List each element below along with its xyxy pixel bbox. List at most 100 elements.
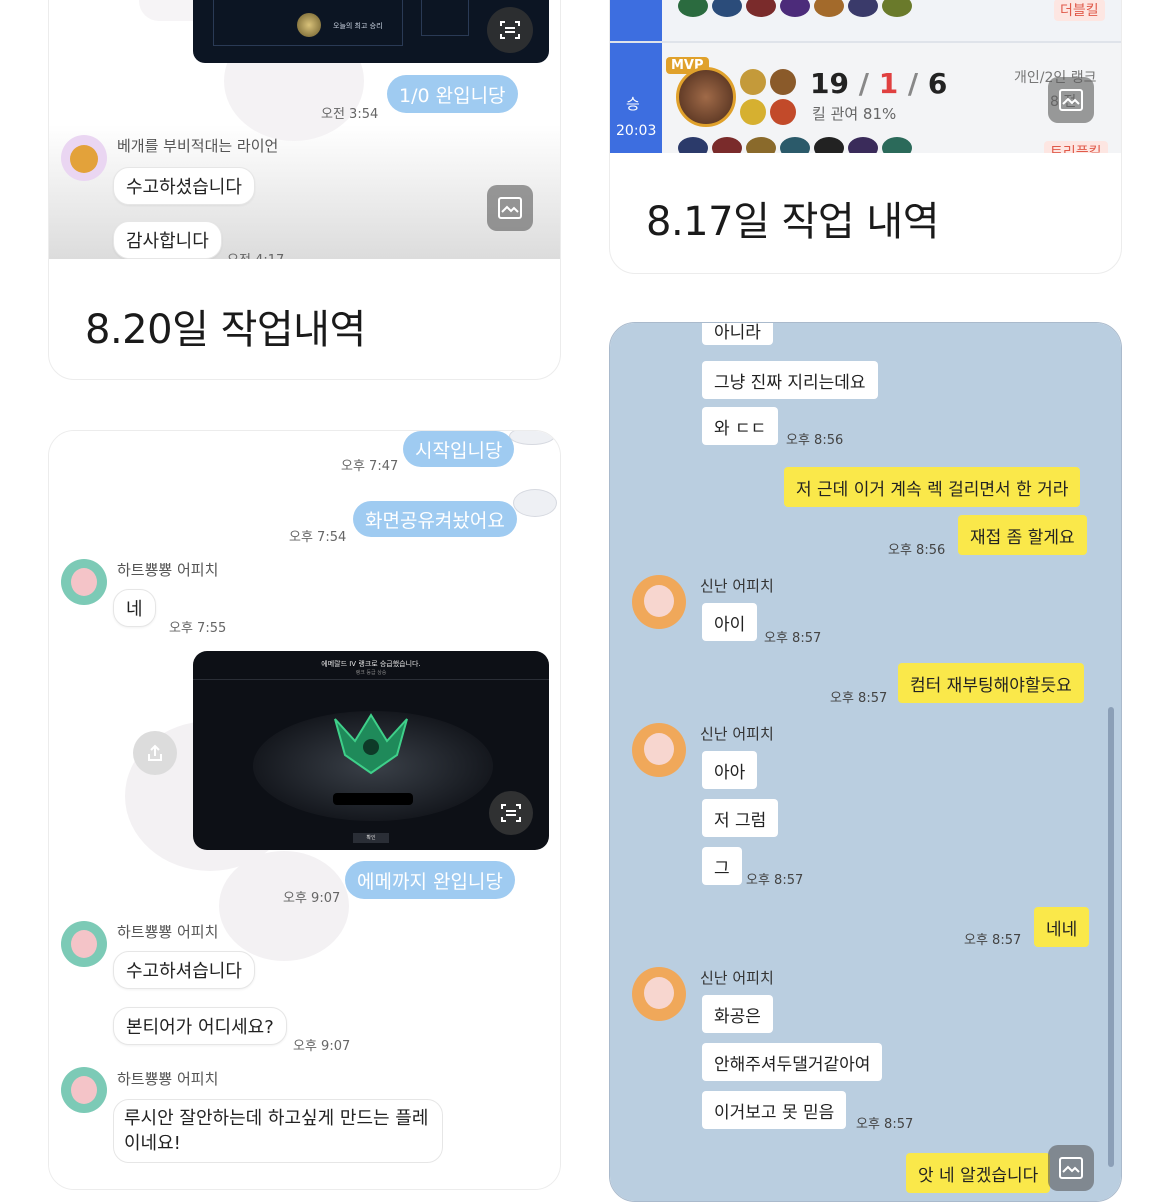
image-expand-button[interactable] [1048,1145,1094,1191]
kda-deaths: 1 [878,67,899,100]
image-expand-button[interactable] [1048,77,1094,123]
share-button[interactable] [133,731,177,775]
sender-name: 신난 어피치 [700,577,774,595]
sender-name: 하트뿅뿅 어피치 [117,923,219,941]
chat-bubble-other: 감사합니다 [113,221,222,259]
chat-screenshot-thumbnail: 오늘의 최고 승리 1/0 완입니당 오전 3:54 베개를 부비적대는 라이언… [49,0,560,259]
tag-multi-kill: 트리플킬 [1044,141,1108,153]
chat-bubble-mine: 재접 좀 할게요 [958,515,1087,555]
message-time: 오후 7:54 [289,530,347,545]
chat-bubble-other: 화공은 [702,995,773,1033]
kill-participation: 킬 관여 81% [812,105,897,123]
sender-name: 하트뿅뿅 어피치 [117,1070,219,1088]
rank-emblem-icon [297,13,321,37]
redacted-bar [333,793,413,805]
message-time: 오후 8:57 [964,933,1022,948]
image-expand-button[interactable] [487,185,533,231]
card-caption: 8.20일 작업내역 [85,307,366,353]
sender-name: 하트뿅뿅 어피치 [117,561,219,579]
item-icons-row [678,137,918,153]
message-time: 오후 8:56 [786,433,844,448]
chat-bubble-mine: 1/0 완입니당 [387,75,518,113]
sticker-decoration [509,431,555,445]
image-icon [1059,89,1083,111]
chat-bubble-other: 아아 [702,751,758,789]
share-icon [148,744,162,761]
chat-screenshot-thumbnail: 아니라 그냥 진짜 지리는데요 와 ㄷㄷ 오후 8:56 저 근데 이거 계속 … [610,323,1121,1201]
text-scan-button[interactable] [489,791,533,835]
sender-name: 신난 어피치 [700,725,774,743]
chat-bubble-other: 저 그럼 [702,799,779,837]
chat-bubble-other: 안해주셔두댈거같아여 [702,1043,883,1081]
chat-bubble-other: 수고하셔습니다 [113,951,255,989]
chat-bubble-mine: 앗 네 알겠습니다 [906,1153,1051,1193]
match-history-thumbnail: 더블킬 승 20:03 MVP 19 / 1 / 6 킬 관여 81% 개인/2… [610,0,1121,153]
chat-bubble-mine: 시작입니당 [403,431,515,467]
chat-bubble-mine: 컴터 재부팅해야할듯요 [898,663,1084,703]
chat-card-kakao[interactable]: 아니라 그냥 진짜 지리는데요 와 ㄷㄷ 오후 8:56 저 근데 이거 계속 … [609,322,1122,1202]
sender-name: 베개를 부비적대는 라이언 [117,137,279,155]
kda-score: 19 / 1 / 6 [810,67,948,100]
text-scan-button[interactable] [487,7,533,53]
scan-icon [500,21,520,39]
message-line: 이네요! [124,1133,181,1154]
message-time: 오후 8:57 [856,1117,914,1132]
chat-bubble-other: 아이 [702,603,758,641]
emerald-rank-emblem-icon [334,713,408,775]
message-time: 오후 7:55 [169,621,227,636]
chat-bubble-other: 본티어가 어디세요? [113,1007,287,1045]
chat-card-emerald[interactable]: 시작입니당 오후 7:47 화면공유켜놨어요 오후 7:54 하트뿅뿅 어피치 … [48,430,561,1190]
image-icon [1059,1157,1083,1179]
chat-bubble-other: 이거보고 못 믿음 [702,1091,847,1129]
chat-bubble-other: 아니라 [702,323,773,345]
chat-bubble-other: 루시안 잘안하는데 하고싶게 만드는 플레 이네요! [113,1099,443,1163]
message-time: 오후 9:07 [293,1039,351,1054]
chat-bubble-other: 그 [702,847,742,885]
kda-kills: 19 [810,67,849,100]
message-line: 루시안 잘안하는데 하고싶게 만드는 플레 [124,1108,429,1129]
avatar-apeach [632,723,686,777]
screen-label: 오늘의 최고 승리 [333,22,383,30]
chat-bubble-mine: 네네 [1034,907,1090,947]
avatar-apeach [61,559,107,605]
chat-screenshot-thumbnail: 시작입니당 오후 7:47 화면공유켜놨어요 오후 7:54 하트뿅뿅 어피치 … [49,431,560,1189]
match-duration: 20:03 [616,123,657,139]
avatar-apeach [632,967,686,1021]
kda-assists: 6 [927,67,948,100]
avatar-apeach [61,1067,107,1113]
message-time: 오후 8:57 [830,691,888,706]
avatar-apeach [61,921,107,967]
confirm-button[interactable]: 확인 [353,833,389,843]
avatar-apeach [632,575,686,629]
screen-subtitle: 랭크 등급 상승 [355,670,387,676]
champion-portrait [676,67,736,127]
tag-double-kill: 더블킬 [1054,0,1105,21]
work-card-0817[interactable]: 더블킬 승 20:03 MVP 19 / 1 / 6 킬 관여 81% 개인/2… [609,0,1122,274]
work-card-0820[interactable]: 오늘의 최고 승리 1/0 완입니당 오전 3:54 베개를 부비적대는 라이언… [48,0,561,380]
chat-bubble-other: 네 [113,589,156,627]
avatar-ryan [61,135,107,181]
chat-bubble-other: 수고하셨습니다 [113,167,255,205]
screen-title: 에메랄드 IV 랭크로 승급했습니다. [321,660,421,668]
message-time: 오후 8:57 [746,873,804,888]
item-icons-row [678,0,918,17]
scan-icon [501,804,521,822]
chat-bubble-other: 와 ㄷㄷ [702,407,779,445]
plush-decoration [219,851,349,961]
sticker-decoration [513,489,557,517]
message-time: 오전 3:54 [321,107,379,122]
message-time: 오전 4:17 [227,249,284,259]
sender-name: 신난 어피치 [700,969,774,987]
chat-bubble-mine: 화면공유켜놨어요 [353,501,517,537]
chat-bubble-mine: 저 근데 이거 계속 렉 걸리면서 한 거라 [784,467,1081,507]
image-icon [498,197,522,219]
card-caption: 8.17일 작업 내역 [646,199,940,245]
chat-bubble-other: 그냥 진짜 지리는데요 [702,361,878,399]
message-time: 오후 8:57 [764,631,822,646]
spell-icons [740,69,796,125]
message-time: 오후 7:47 [341,459,399,474]
message-time: 오후 8:56 [888,543,946,558]
scrollbar-thumb[interactable] [1108,707,1114,1167]
chat-bubble-mine: 에메까지 완입니당 [345,861,515,899]
message-time: 오후 9:07 [283,891,341,906]
